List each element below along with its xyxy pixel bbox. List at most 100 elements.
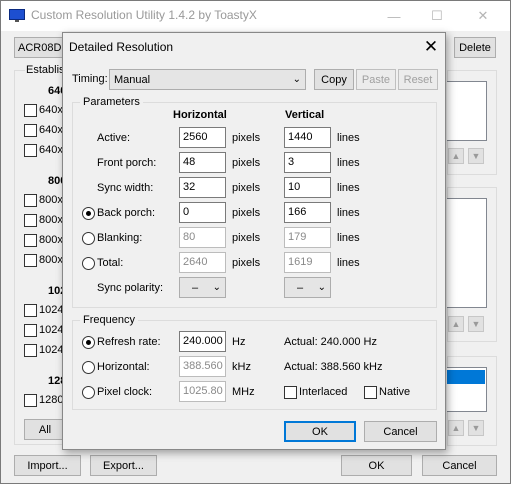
timing-value: Manual <box>114 73 151 86</box>
close-window-icon[interactable]: ✕ <box>460 1 506 31</box>
refresh-rate-radio[interactable] <box>82 336 95 349</box>
dialog-cancel-label: Cancel <box>383 425 418 438</box>
h-total-field[interactable]: 2640 <box>179 252 226 273</box>
vertical-header: Vertical <box>285 109 325 121</box>
res-checkbox[interactable] <box>24 324 37 337</box>
maximize-icon[interactable]: ☐ <box>414 1 460 31</box>
v-total-field[interactable]: 1619 <box>284 252 331 273</box>
blanking-radio[interactable] <box>82 232 95 245</box>
reset-button[interactable]: Reset <box>398 69 438 90</box>
all-button[interactable]: All <box>24 419 66 440</box>
move-down-icon[interactable]: ▼ <box>468 420 484 436</box>
unit-label: pixels <box>232 232 261 244</box>
minimize-icon[interactable]: — <box>371 1 417 31</box>
delete-button[interactable]: Delete <box>454 37 496 58</box>
sync-polarity-label: Sync polarity: <box>97 282 164 294</box>
import-button[interactable]: Import... <box>14 455 81 476</box>
reset-label: Reset <box>403 73 433 86</box>
res-label: 640x <box>39 124 63 136</box>
param-label: Sync width: <box>97 182 154 194</box>
refresh-unit-label: Hz <box>232 336 246 348</box>
refresh-rate-field[interactable]: 240.000 <box>179 331 226 352</box>
move-down-icon[interactable]: ▼ <box>468 316 484 332</box>
v-back-porch-field[interactable]: 166 <box>284 202 331 223</box>
unit-label: pixels <box>232 207 261 219</box>
res-checkbox[interactable] <box>24 144 37 157</box>
res-checkbox[interactable] <box>24 124 37 137</box>
param-label: Back porch: <box>97 207 156 219</box>
param-label: Blanking: <box>97 232 143 244</box>
paste-button[interactable]: Paste <box>356 69 396 90</box>
paste-label: Paste <box>361 73 391 86</box>
interlaced-checkbox[interactable] <box>284 386 297 399</box>
chevron-down-icon: ⌄ <box>212 282 221 293</box>
parameters-label: Parameters <box>80 96 143 108</box>
v-active-field[interactable]: 1440 <box>284 127 331 148</box>
pixel-clock-unit-label: MHz <box>232 386 255 398</box>
move-down-icon[interactable]: ▼ <box>468 148 484 164</box>
h-back-porch-field[interactable]: 0 <box>179 202 226 223</box>
chevron-down-icon: ⌄ <box>292 74 301 85</box>
h-front-porch-field[interactable]: 48 <box>179 152 226 173</box>
unit-label: lines <box>337 257 360 269</box>
unit-label: lines <box>337 207 360 219</box>
res-checkbox[interactable] <box>24 394 37 407</box>
selected-list-item[interactable] <box>447 370 485 384</box>
move-up-icon[interactable]: ▲ <box>448 148 464 164</box>
res-label: 800x <box>39 254 63 266</box>
pixel-clock-label: Pixel clock: <box>97 386 153 398</box>
res-checkbox[interactable] <box>24 214 37 227</box>
dialog-cancel-button[interactable]: Cancel <box>364 421 437 442</box>
res-label: 800x <box>39 194 63 206</box>
res-label: 640x <box>39 144 63 156</box>
param-label: Active: <box>97 132 131 144</box>
monitor-select[interactable]: ACR08DE <box>14 37 69 58</box>
pixel-clock-radio[interactable] <box>82 386 95 399</box>
unit-label: pixels <box>232 157 261 169</box>
right-listbox-2[interactable] <box>447 198 487 308</box>
unit-label: lines <box>337 157 360 169</box>
copy-button[interactable]: Copy <box>314 69 354 90</box>
unit-label: pixels <box>232 132 261 144</box>
res-checkbox[interactable] <box>24 254 37 267</box>
h-sync-width-field[interactable]: 32 <box>179 177 226 198</box>
res-checkbox[interactable] <box>24 344 37 357</box>
dialog-ok-button[interactable]: OK <box>284 421 356 442</box>
total-radio[interactable] <box>82 257 95 270</box>
native-checkbox[interactable] <box>364 386 377 399</box>
v-sync-width-field[interactable]: 10 <box>284 177 331 198</box>
res-label: 1024 <box>39 344 64 356</box>
right-listbox-1[interactable] <box>447 81 487 141</box>
v-sync-polarity-value: – <box>297 281 304 294</box>
res-checkbox[interactable] <box>24 194 37 207</box>
close-icon[interactable]: ✕ <box>419 35 443 59</box>
back-porch-radio[interactable] <box>82 207 95 220</box>
res-checkbox[interactable] <box>24 304 37 317</box>
horizontal-freq-radio[interactable] <box>82 361 95 374</box>
refresh-rate-label: Refresh rate: <box>97 336 161 348</box>
export-button[interactable]: Export... <box>90 455 157 476</box>
copy-label: Copy <box>321 73 347 86</box>
main-titlebar: Custom Resolution Utility 1.4.2 by Toast… <box>1 1 510 31</box>
v-blanking-field[interactable]: 179 <box>284 227 331 248</box>
h-blanking-field[interactable]: 80 <box>179 227 226 248</box>
h-active-field[interactable]: 2560 <box>179 127 226 148</box>
v-sync-polarity-select[interactable]: – ⌄ <box>284 277 331 298</box>
move-up-icon[interactable]: ▲ <box>448 420 464 436</box>
h-sync-polarity-value: – <box>192 281 199 294</box>
res-checkbox[interactable] <box>24 104 37 117</box>
res-label: 640x <box>39 104 63 116</box>
v-front-porch-field[interactable]: 3 <box>284 152 331 173</box>
main-cancel-button[interactable]: Cancel <box>422 455 497 476</box>
dialog-title: Detailed Resolution <box>69 40 174 54</box>
h-sync-polarity-select[interactable]: – ⌄ <box>179 277 226 298</box>
move-up-icon[interactable]: ▲ <box>448 316 464 332</box>
timing-select[interactable]: Manual ⌄ <box>109 69 306 90</box>
param-label: Front porch: <box>97 157 157 169</box>
res-checkbox[interactable] <box>24 234 37 247</box>
horizontal-freq-field[interactable]: 388.560 <box>179 356 226 377</box>
pixel-clock-field[interactable]: 1025.80 <box>179 381 226 402</box>
main-ok-button[interactable]: OK <box>341 455 412 476</box>
res-label: 1024 <box>39 324 64 336</box>
horizontal-freq-label: Horizontal: <box>97 361 150 373</box>
